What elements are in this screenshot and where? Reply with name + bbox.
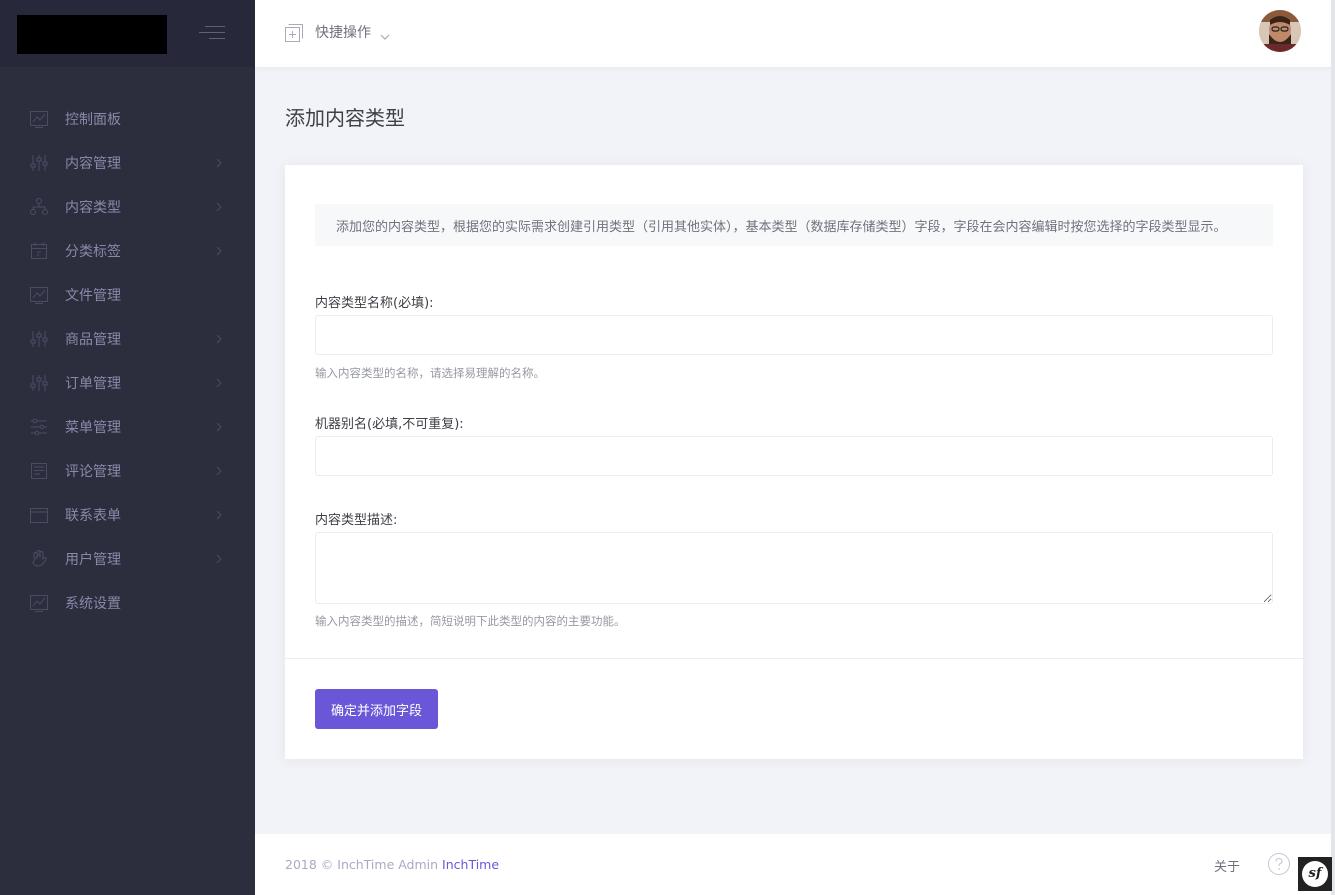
name-field-help: 输入内容类型的名称，请选择易理解的名称。 [315, 366, 545, 380]
sidebar-item-3[interactable]: 内容类型 [0, 185, 255, 229]
sidebar-menu: 控制面板内容管理内容类型分类标签文件管理商品管理订单管理菜单管理评论管理联系表单… [0, 97, 255, 625]
confirm-add-fields-button[interactable]: 确定并添加字段 [315, 689, 438, 729]
sidebar-item-8[interactable]: 菜单管理 [0, 405, 255, 449]
sidebar-item-12[interactable]: 系统设置 [0, 581, 255, 625]
machine-alias-input[interactable] [315, 436, 1273, 476]
sidebar-item-label: 文件管理 [65, 288, 121, 304]
about-link[interactable]: 关于 [1214, 856, 1240, 875]
sliders-icon [29, 373, 49, 393]
sidebar-item-1[interactable]: 控制面板 [0, 97, 255, 141]
desc-field-label: 内容类型描述: [315, 513, 398, 528]
window-edge [1331, 0, 1335, 895]
board-icon [29, 461, 49, 481]
sidebar: 控制面板内容管理内容类型分类标签文件管理商品管理订单管理菜单管理评论管理联系表单… [0, 0, 255, 895]
footer: 2018 © InchTime Admin InchTime 关于 [255, 834, 1335, 895]
symfony-logo-icon: sf [1302, 861, 1328, 887]
footer-brand-link[interactable]: InchTime [442, 857, 499, 872]
symfony-toolbar-badge[interactable]: sf [1298, 857, 1332, 891]
page-title: 添加内容类型 [285, 106, 405, 130]
sidebar-item-10[interactable]: 联系表单 [0, 493, 255, 537]
chevron-right-icon [214, 245, 224, 257]
content-type-name-input[interactable] [315, 315, 1273, 355]
sidebar-item-label: 控制面板 [65, 112, 121, 128]
logo[interactable] [17, 15, 167, 54]
sliders-icon [29, 153, 49, 173]
quick-actions-dropdown[interactable]: 快捷操作 [315, 22, 371, 42]
chevron-right-icon [214, 421, 224, 433]
quick-add-icon[interactable] [284, 23, 304, 43]
calendar-icon [29, 241, 49, 261]
name-field-label: 内容类型名称(必填): [315, 296, 434, 311]
sidebar-item-4[interactable]: 分类标签 [0, 229, 255, 273]
sidebar-item-7[interactable]: 订单管理 [0, 361, 255, 405]
sidebar-item-label: 菜单管理 [65, 420, 121, 436]
sidebar-item-2[interactable]: 内容管理 [0, 141, 255, 185]
sidebar-item-label: 用户管理 [65, 552, 121, 568]
chevron-down-icon[interactable] [379, 27, 391, 40]
help-icon[interactable] [1267, 852, 1291, 876]
sidebar-item-5[interactable]: 文件管理 [0, 273, 255, 317]
settings-lines-icon [29, 417, 49, 437]
hand-icon [29, 549, 49, 569]
footer-copyright: 2018 © InchTime Admin InchTime [285, 857, 499, 872]
menu-toggle-icon[interactable] [199, 24, 225, 42]
content-type-description-textarea[interactable] [315, 532, 1273, 604]
window-icon [29, 505, 49, 525]
chart-icon [29, 109, 49, 129]
sidebar-item-label: 联系表单 [65, 508, 121, 524]
chevron-right-icon [214, 377, 224, 389]
chart-icon [29, 285, 49, 305]
chevron-right-icon [214, 201, 224, 213]
copyright-text: 2018 © InchTime Admin [285, 857, 443, 872]
sidebar-item-label: 内容类型 [65, 200, 121, 216]
chart-icon [29, 593, 49, 613]
chevron-right-icon [214, 509, 224, 521]
user-avatar[interactable] [1259, 10, 1301, 52]
sidebar-item-label: 评论管理 [65, 464, 121, 480]
sidebar-item-label: 订单管理 [65, 376, 121, 392]
info-notice: 添加您的内容类型，根据您的实际需求创建引用类型（引用其他实体），基本类型（数据库… [315, 204, 1273, 246]
top-header: 快捷操作 [255, 0, 1335, 67]
sidebar-item-9[interactable]: 评论管理 [0, 449, 255, 493]
sidebar-item-6[interactable]: 商品管理 [0, 317, 255, 361]
chevron-right-icon [214, 157, 224, 169]
sliders-icon [29, 329, 49, 349]
alias-field-label: 机器别名(必填,不可重复): [315, 417, 464, 432]
tree-icon [29, 197, 49, 217]
chevron-right-icon [214, 333, 224, 345]
sidebar-item-label: 分类标签 [65, 244, 121, 260]
sidebar-item-11[interactable]: 用户管理 [0, 537, 255, 581]
form-panel: 添加您的内容类型，根据您的实际需求创建引用类型（引用其他实体），基本类型（数据库… [285, 165, 1303, 759]
sidebar-item-label: 内容管理 [65, 156, 121, 172]
form-divider [285, 658, 1303, 659]
chevron-right-icon [214, 465, 224, 477]
sidebar-item-label: 系统设置 [65, 596, 121, 612]
desc-field-help: 输入内容类型的描述，简短说明下此类型的内容的主要功能。 [315, 614, 626, 628]
sidebar-item-label: 商品管理 [65, 332, 121, 348]
sidebar-brand [0, 0, 255, 67]
chevron-right-icon [214, 553, 224, 565]
